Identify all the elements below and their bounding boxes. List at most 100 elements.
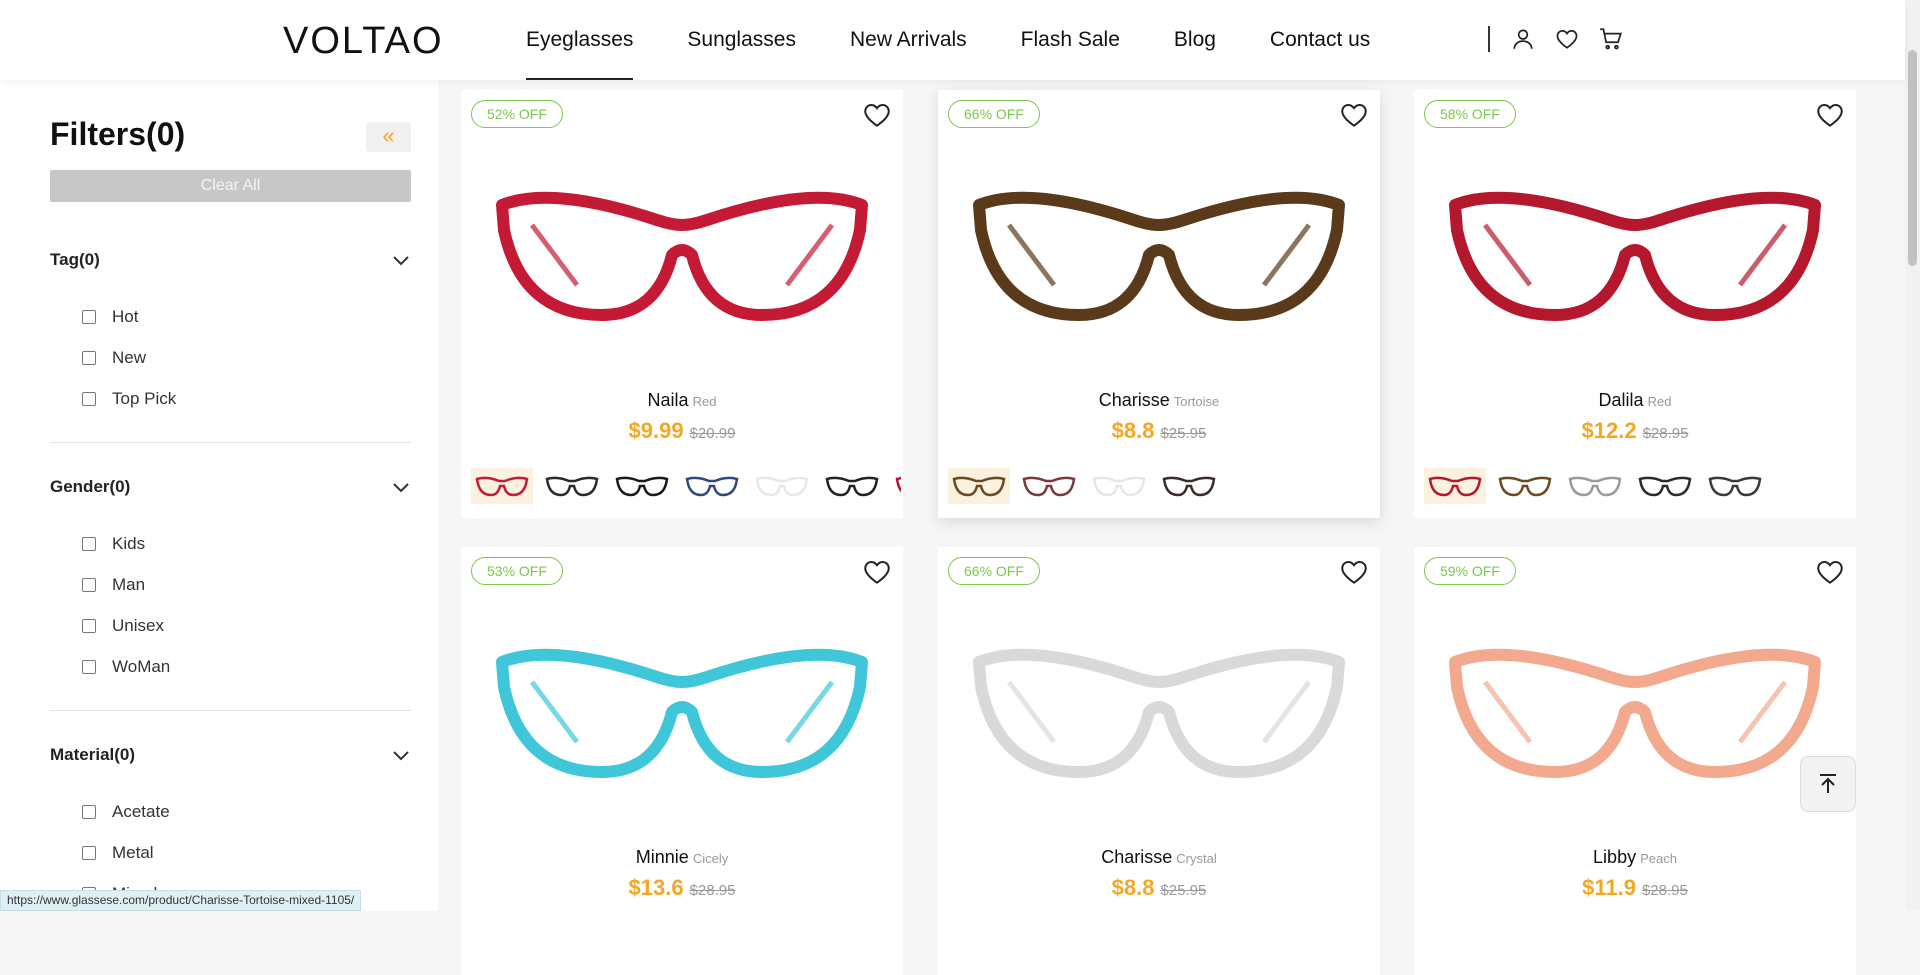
checkbox[interactable] <box>82 391 96 406</box>
scrollbar-thumb[interactable] <box>1908 50 1917 266</box>
product-prices: $8.8 $25.95 <box>938 418 1380 444</box>
header-actions <box>1488 26 1642 52</box>
filter-option[interactable]: Unisex <box>50 605 411 646</box>
filter-option[interactable]: WoMan <box>50 646 411 687</box>
checkbox[interactable] <box>82 350 96 365</box>
color-swatch[interactable] <box>1494 468 1556 504</box>
chevron-down-icon <box>393 751 409 761</box>
heart-icon[interactable] <box>1814 99 1846 131</box>
nav-blog[interactable]: Blog <box>1174 0 1216 80</box>
checkbox[interactable] <box>82 845 96 860</box>
color-swatch[interactable] <box>1158 468 1220 504</box>
original-price: $28.95 <box>1642 425 1689 442</box>
clear-all-button[interactable]: Clear All <box>50 170 411 202</box>
color-swatches <box>948 468 1378 504</box>
cart-icon[interactable] <box>1598 26 1624 52</box>
color-swatch[interactable] <box>751 468 813 504</box>
heart-icon[interactable] <box>861 556 893 588</box>
product-name[interactable]: Charisse Crystal <box>938 847 1380 868</box>
filter-option-label: WoMan <box>112 656 171 676</box>
color-swatches <box>1424 468 1854 504</box>
product-prices: $11.9 $28.95 <box>1414 875 1856 901</box>
product-image[interactable] <box>968 632 1350 792</box>
filter-group-header[interactable]: Gender(0) <box>50 467 411 507</box>
product-card[interactable]: 58% OFF Dalila Red $12.2 $28.95 <box>1414 90 1856 518</box>
discount-badge: 53% OFF <box>471 557 563 585</box>
filter-option[interactable]: Metal <box>50 832 411 873</box>
color-swatch[interactable] <box>948 468 1010 504</box>
color-swatch[interactable] <box>1424 468 1486 504</box>
filters-sidebar: Filters(0) « Clear All Tag(0) Hot New To… <box>0 80 438 911</box>
color-swatch[interactable] <box>1564 468 1626 504</box>
filter-option[interactable]: Hot <box>50 296 411 337</box>
checkbox[interactable] <box>82 618 96 633</box>
filter-option[interactable]: Acetate <box>50 791 411 832</box>
nav-flash-sale[interactable]: Flash Sale <box>1021 0 1120 80</box>
checkbox[interactable] <box>82 309 96 324</box>
product-prices: $13.6 $28.95 <box>461 875 903 901</box>
status-bar-url: https://www.glassese.com/product/Chariss… <box>0 890 362 911</box>
original-price: $28.95 <box>1641 882 1688 899</box>
checkbox[interactable] <box>82 659 96 674</box>
filter-group-label: Tag(0) <box>50 250 100 269</box>
site-logo[interactable]: VOLTAO <box>283 20 444 63</box>
product-image[interactable] <box>1444 632 1826 792</box>
heart-icon[interactable] <box>861 99 893 131</box>
filter-option[interactable]: Man <box>50 564 411 605</box>
filter-group-header[interactable]: Tag(0) <box>50 240 411 280</box>
filter-option[interactable]: Kids <box>50 523 411 564</box>
color-swatch[interactable] <box>1704 468 1766 504</box>
product-image[interactable] <box>968 175 1350 335</box>
color-swatch[interactable] <box>821 468 883 504</box>
sale-price: $12.2 <box>1581 418 1637 443</box>
color-swatch[interactable] <box>541 468 603 504</box>
arrow-up-icon <box>1820 774 1836 793</box>
product-name[interactable]: Libby Peach <box>1414 847 1856 868</box>
product-name[interactable]: Naila Red <box>461 390 903 411</box>
filter-group-material: Material(0) Acetate Metal Mixed <box>50 735 411 914</box>
product-name[interactable]: Dalila Red <box>1414 390 1856 411</box>
product-title: Charisse <box>1098 390 1170 410</box>
nav-contact-us[interactable]: Contact us <box>1270 0 1370 80</box>
scroll-to-top-button[interactable] <box>1800 756 1856 812</box>
nav-eyeglasses[interactable]: Eyeglasses <box>526 0 634 80</box>
page-scrollbar[interactable] <box>1905 0 1920 911</box>
color-swatch[interactable] <box>1088 468 1150 504</box>
filter-group-gender: Gender(0) Kids Man Unisex WoMan <box>50 467 411 687</box>
color-swatch[interactable] <box>891 468 901 504</box>
user-icon[interactable] <box>1510 26 1536 52</box>
product-card[interactable]: 66% OFF Charisse Tortoise $8.8 $25.95 <box>938 90 1380 518</box>
filter-option[interactable]: New <box>50 337 411 378</box>
heart-icon[interactable] <box>1814 556 1846 588</box>
nav-new-arrivals[interactable]: New Arrivals <box>850 0 967 80</box>
color-swatch[interactable] <box>681 468 743 504</box>
filter-group-header[interactable]: Material(0) <box>50 735 411 775</box>
sale-price: $9.99 <box>628 418 684 443</box>
collapse-filters-button[interactable]: « <box>366 122 411 152</box>
product-color: Red <box>1647 394 1672 409</box>
filter-option-label: Man <box>112 574 146 594</box>
chevron-down-icon <box>393 483 409 493</box>
product-title: Libby <box>1593 847 1637 867</box>
color-swatch[interactable] <box>611 468 673 504</box>
product-name[interactable]: Minnie Cicely <box>461 847 903 868</box>
checkbox[interactable] <box>82 536 96 551</box>
product-name[interactable]: Charisse Tortoise <box>938 390 1380 411</box>
heart-icon[interactable] <box>1338 99 1370 131</box>
product-image[interactable] <box>491 632 873 792</box>
discount-badge: 66% OFF <box>948 100 1040 128</box>
filter-option[interactable]: Top Pick <box>50 378 411 419</box>
product-image[interactable] <box>491 175 873 335</box>
nav-sunglasses[interactable]: Sunglasses <box>687 0 796 80</box>
product-image[interactable] <box>1444 175 1826 335</box>
color-swatch[interactable] <box>1634 468 1696 504</box>
filter-option-label: New <box>112 347 147 367</box>
checkbox[interactable] <box>82 804 96 819</box>
product-card[interactable]: 52% OFF Naila Red $9.99 $20.99 <box>461 90 903 518</box>
heart-icon[interactable] <box>1338 556 1370 588</box>
color-swatch[interactable] <box>471 468 533 504</box>
color-swatch[interactable] <box>1018 468 1080 504</box>
checkbox[interactable] <box>82 577 96 592</box>
heart-icon[interactable] <box>1554 26 1580 52</box>
discount-badge: 58% OFF <box>1424 100 1516 128</box>
